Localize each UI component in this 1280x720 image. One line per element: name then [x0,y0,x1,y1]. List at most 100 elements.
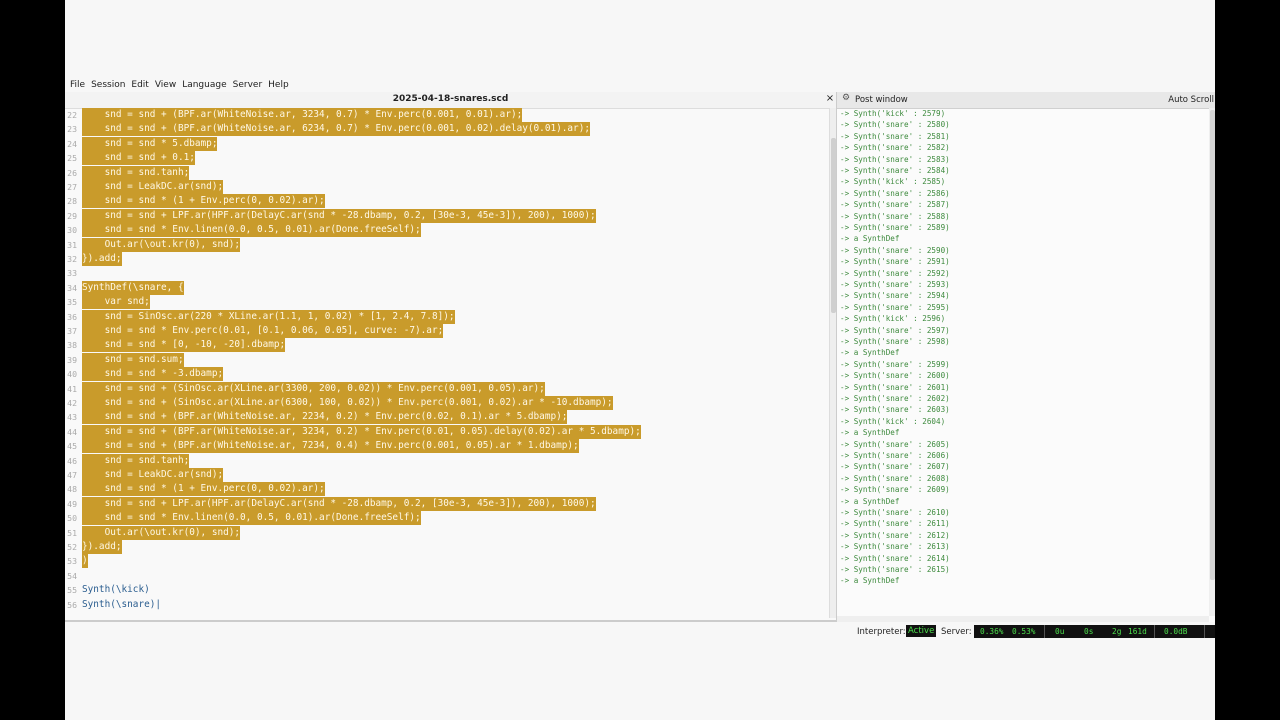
menu-view[interactable]: View [155,78,176,92]
code-text[interactable]: var snd; [82,295,150,310]
menu-bar: File Session Edit View Language Server H… [65,78,290,92]
post-scroll-thumb[interactable] [1210,110,1215,580]
auto-scroll-toggle[interactable]: Auto Scroll [1168,95,1214,105]
code-area[interactable]: 22 snd = snd + (BPF.ar(WhiteNoise.ar, 32… [65,108,829,620]
code-text[interactable]: snd = snd * Env.perc(0.01, [0.1, 0.06, 0… [82,324,444,338]
code-text[interactable]: Synth(\kick) [82,583,150,597]
post-line: -> a SynthDef [840,234,900,244]
volume[interactable]: 0.0dB [1164,627,1187,636]
code-text[interactable]: SynthDef(\snare, { [82,280,184,295]
code-text[interactable]: snd = snd + (SinOsc.ar(XLine.ar(6300, 10… [82,396,613,410]
divider [1154,625,1155,638]
post-line: -> Synth('snare' : 2599) [840,359,950,369]
post-line: -> Synth('snare' : 2591) [840,257,950,267]
code-text[interactable]: snd = snd.tanh; [82,453,190,468]
menu-file[interactable]: File [70,78,85,92]
line-number: 31 [67,239,77,250]
code-text[interactable]: snd = snd + 0.1; [82,151,195,166]
post-line: -> Synth('snare' : 2587) [840,200,950,210]
code-editor[interactable]: 2025-04-18-snares.scd × 22 snd = snd + (… [65,92,837,622]
code-text[interactable]: snd = snd * Env.linen(0.0, 0.5, 0.01).ar… [82,511,421,526]
code-text[interactable]: snd = snd.tanh; [82,165,190,180]
code-text[interactable]: snd = snd + (BPF.ar(WhiteNoise.ar, 7234,… [82,439,579,454]
avg-cpu: 0.36% [980,627,1004,636]
interpreter-status-badge[interactable]: Active [906,625,937,637]
editor-divider [65,620,836,622]
gear-icon[interactable]: ⚙ [842,93,850,103]
code-text[interactable]: snd = snd + (BPF.ar(WhiteNoise.ar, 2234,… [82,410,568,425]
group-count: 2g [1112,627,1122,636]
post-line: -> Synth('snare' : 2606) [840,451,950,460]
post-line: -> Synth('kick' : 2579) [840,109,946,118]
post-output[interactable]: -> Synth('kick' : 2579) -> Synth('snare' … [840,108,1204,598]
post-line: -> Synth('snare' : 2589) [840,223,950,232]
line-number: 35 [67,297,77,308]
post-line: -> Synth('snare' : 2593) [840,280,950,289]
menu-language[interactable]: Language [182,78,226,92]
post-line: -> Synth('snare' : 2582) [840,143,950,153]
code-text[interactable]: snd = snd + (BPF.ar(WhiteNoise.ar, 3234,… [82,424,641,439]
code-text[interactable]: ) [82,554,88,569]
post-line: -> Synth('snare' : 2595) [840,302,950,312]
post-line: -> Synth('kick' : 2585) [840,177,946,187]
code-text[interactable]: Out.ar(\out.kr(0), snd); [82,525,241,540]
document-tab[interactable]: 2025-04-18-snares.scd × [65,92,836,109]
post-line: -> Synth('snare' : 2608) [840,473,950,483]
post-line: -> Synth('snare' : 2586) [840,188,950,198]
line-number: 41 [67,383,77,394]
post-hscrollbar[interactable] [837,616,1209,622]
menu-server[interactable]: Server [233,78,263,92]
line-number: 33 [67,268,77,279]
post-window-title: Post window [855,95,908,105]
code-text[interactable]: snd = snd + (BPF.ar(WhiteNoise.ar, 6234,… [82,122,590,137]
menu-session[interactable]: Session [91,78,125,92]
post-line: -> a SynthDef [840,576,900,586]
interpreter-label: Interpreter: [857,627,906,637]
code-text[interactable]: }).add; [82,540,122,554]
code-text[interactable]: snd = snd * 5.dbamp; [82,136,218,151]
code-text[interactable]: snd = snd * (1 + Env.perc(0, 0.02).ar); [82,194,325,209]
line-number: 30 [67,225,77,236]
menu-help[interactable]: Help [268,78,289,92]
code-text[interactable]: Synth(\snare)| [82,598,161,612]
post-line: -> Synth('kick' : 2596) [840,314,946,324]
code-text[interactable]: snd = snd * -3.dbamp; [82,367,224,382]
code-text[interactable]: snd = LeakDC.ar(snd); [82,468,224,482]
code-text[interactable]: snd = snd + (SinOsc.ar(XLine.ar(3300, 20… [82,381,545,396]
code-text[interactable]: snd = SinOsc.ar(220 * XLine.ar(1.1, 1, 0… [82,309,455,324]
line-number: 49 [67,498,77,509]
line-number: 28 [67,196,77,207]
post-line: -> Synth('snare' : 2612) [840,530,950,540]
code-text[interactable]: Out.ar(\out.kr(0), snd); [82,237,241,252]
peak-cpu: 0.53% [1012,627,1036,636]
code-text[interactable]: snd = snd + LPF.ar(HPF.ar(DelayC.ar(snd … [82,208,596,223]
line-number: 44 [67,426,77,437]
close-icon[interactable]: × [824,93,836,104]
line-number: 51 [67,527,77,538]
menu-edit[interactable]: Edit [131,78,148,92]
code-text[interactable]: }).add; [82,252,122,266]
code-text[interactable]: snd = snd * Env.linen(0.0, 0.5, 0.01).ar… [82,223,421,238]
post-line: -> Synth('snare' : 2598) [840,337,950,346]
line-number: 54 [67,570,77,581]
line-number: 50 [67,513,77,524]
post-line: -> Synth('snare' : 2609) [840,485,950,495]
post-line: -> Synth('snare' : 2600) [840,371,950,381]
code-text[interactable]: snd = snd * [0, -10, -20].dbamp; [82,338,286,353]
post-line: -> Synth('snare' : 2597) [840,325,950,335]
post-scrollbar[interactable] [1209,108,1215,616]
line-number: 40 [67,369,77,380]
server-status-panel[interactable]: 0.36% 0.53% 0u 0s 2g 161d 0.0dB [974,625,1215,638]
line-number: 39 [67,354,77,365]
post-line: -> Synth('snare' : 2615) [840,565,950,574]
code-text[interactable]: snd = LeakDC.ar(snd); [82,180,224,194]
code-text[interactable]: snd = snd + LPF.ar(HPF.ar(DelayC.ar(snd … [82,496,596,511]
code-text[interactable]: snd = snd + (BPF.ar(WhiteNoise.ar, 3234,… [82,108,523,122]
post-line: -> Synth('snare' : 2611) [840,519,950,529]
post-line: -> Synth('snare' : 2594) [840,291,950,301]
post-line: -> a SynthDef [840,348,900,358]
line-number: 24 [67,138,77,149]
line-number: 46 [67,455,77,466]
code-text[interactable]: snd = snd * (1 + Env.perc(0, 0.02).ar); [82,482,325,497]
code-text[interactable]: snd = snd.sum; [82,352,184,367]
